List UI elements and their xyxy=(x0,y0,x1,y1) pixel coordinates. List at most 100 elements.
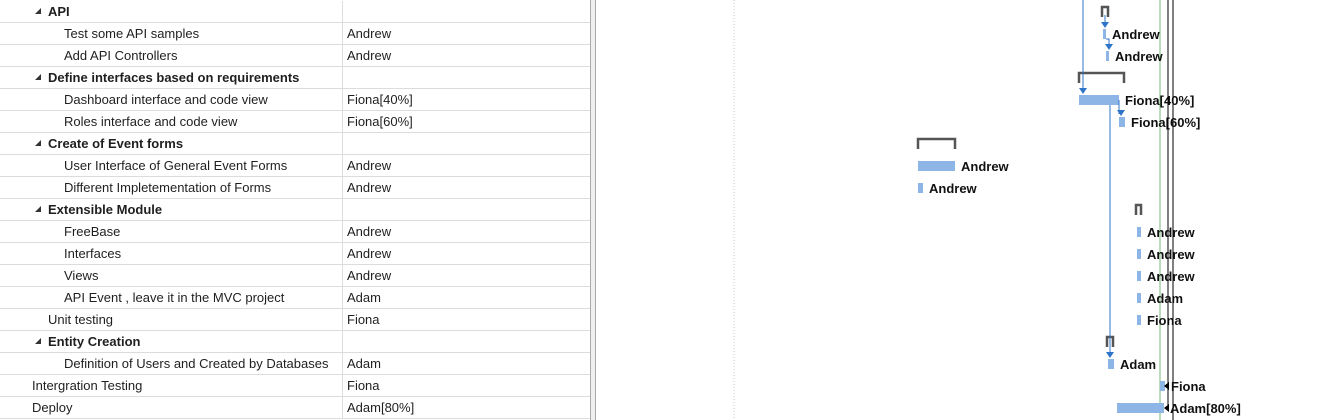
collapse-triangle-icon[interactable] xyxy=(35,8,41,14)
gantt-chart: Andrew Andrew Fiona[40%] Fiona[60%] Andrew An… xyxy=(596,0,1343,420)
task-name-cell[interactable]: Definition of Users and Created by Datab… xyxy=(0,353,343,374)
task-name: Test some API samples xyxy=(64,26,200,41)
collapse-triangle-icon[interactable] xyxy=(35,338,41,344)
task-row[interactable]: FreeBase Andrew xyxy=(0,221,590,243)
summary-task-row[interactable]: Define interfaces based on requirements xyxy=(0,67,590,89)
bar-resource-label: Andrew xyxy=(1147,269,1196,284)
task-row[interactable]: Different Impletementation of Forms Andre… xyxy=(0,177,590,199)
summary-task-row[interactable]: Extensible Module xyxy=(0,199,590,221)
resource-names-cell[interactable]: Andrew xyxy=(347,243,587,264)
task-row[interactable]: Definition of Users and Created by Datab… xyxy=(0,353,590,375)
summary-bar xyxy=(1134,203,1143,215)
task-row[interactable]: Deploy Adam[80%] xyxy=(0,397,590,419)
task-name-cell[interactable]: Define interfaces based on requirements xyxy=(0,67,343,88)
summary-task-row[interactable]: Create of Event forms xyxy=(0,133,590,155)
task-name-cell[interactable]: Test some API samples xyxy=(0,23,343,44)
bar-resource-label: Fiona xyxy=(1171,379,1206,394)
resource-names-cell[interactable]: Andrew xyxy=(347,155,587,176)
task-row[interactable]: Intergration Testing Fiona xyxy=(0,375,590,397)
task-name-cell[interactable]: Views xyxy=(0,265,343,286)
task-name: API Event , leave it in the MVC project xyxy=(64,290,285,305)
arrow-icon xyxy=(1101,22,1109,28)
resource-names-cell[interactable]: Andrew xyxy=(347,45,587,66)
resource-names-cell[interactable]: Andrew xyxy=(347,177,587,198)
task-bar xyxy=(1137,227,1141,237)
bar-resource-label: Fiona[60%] xyxy=(1131,115,1200,130)
task-bar xyxy=(1137,271,1141,281)
resource-names-cell[interactable]: Andrew xyxy=(347,265,587,286)
bar-resource-label: Andrew xyxy=(1147,225,1196,240)
resource-names-cell[interactable] xyxy=(347,331,587,352)
summary-bar xyxy=(916,137,957,149)
task-name-cell[interactable]: Entity Creation xyxy=(0,331,343,352)
task-name: Add API Controllers xyxy=(64,48,178,63)
bar-resource-label: Fiona xyxy=(1147,313,1182,328)
resource-names-cell[interactable] xyxy=(347,1,587,22)
task-name-cell[interactable]: User Interface of General Event Forms xyxy=(0,155,343,176)
bar-resource-label: Adam[80%] xyxy=(1170,401,1241,416)
bar-resource-label: Andrew xyxy=(1147,247,1196,262)
task-row[interactable]: API Event , leave it in the MVC project A… xyxy=(0,287,590,309)
task-row[interactable]: Dashboard interface and code view Fiona[4… xyxy=(0,89,590,111)
task-name-cell[interactable]: Unit testing xyxy=(0,309,343,330)
resource-names-cell[interactable]: Adam xyxy=(347,353,587,374)
resource-names-cell[interactable]: Fiona[40%] xyxy=(347,89,587,110)
gantt-canvas: Andrew Andrew Fiona[40%] Fiona[60%] Andrew An… xyxy=(733,0,1241,420)
task-name-cell[interactable]: Roles interface and code view xyxy=(0,111,343,132)
task-row[interactable]: Unit testing Fiona xyxy=(0,309,590,331)
summary-bar xyxy=(1077,71,1126,83)
task-name-cell[interactable]: Different Impletementation of Forms xyxy=(0,177,343,198)
task-bar xyxy=(1079,95,1119,105)
task-bar xyxy=(1106,51,1109,61)
task-name-cell[interactable]: Deploy xyxy=(0,397,343,418)
task-name-cell[interactable]: Dashboard interface and code view xyxy=(0,89,343,110)
task-bar xyxy=(1108,359,1114,369)
task-row[interactable]: Test some API samples Andrew xyxy=(0,23,590,45)
task-name-cell[interactable]: Intergration Testing xyxy=(0,375,343,396)
resource-names-cell[interactable]: Andrew xyxy=(347,221,587,242)
collapse-triangle-icon[interactable] xyxy=(35,206,41,212)
task-bar xyxy=(1119,117,1125,127)
task-name-cell[interactable]: Extensible Module xyxy=(0,199,343,220)
task-row[interactable]: Interfaces Andrew xyxy=(0,243,590,265)
bar-resource-label: Andrew xyxy=(929,181,978,196)
resource-names-cell[interactable]: Adam[80%] xyxy=(347,397,587,418)
task-name: Roles interface and code view xyxy=(64,114,238,129)
task-bar xyxy=(1137,293,1141,303)
task-name-cell[interactable]: API xyxy=(0,1,343,22)
task-bar xyxy=(918,183,923,193)
task-name-cell[interactable]: FreeBase xyxy=(0,221,343,242)
task-bar xyxy=(1137,315,1141,325)
task-name-cell[interactable]: Create of Event forms xyxy=(0,133,343,154)
task-row[interactable]: User Interface of General Event Forms And… xyxy=(0,155,590,177)
task-sheet: API Test some API samples Andrew Add API Co… xyxy=(0,0,590,420)
task-name-cell[interactable]: API Event , leave it in the MVC project xyxy=(0,287,343,308)
resource-names-cell[interactable]: Fiona xyxy=(347,309,587,330)
task-row[interactable]: Add API Controllers Andrew xyxy=(0,45,590,67)
task-name-cell[interactable]: Interfaces xyxy=(0,243,343,264)
task-row[interactable]: Roles interface and code view Fiona[60%] xyxy=(0,111,590,133)
task-name: User Interface of General Event Forms xyxy=(64,158,288,173)
arrow-icon xyxy=(1079,88,1087,94)
arrow-icon xyxy=(1164,404,1169,412)
task-bar xyxy=(1117,403,1164,413)
resource-names-cell[interactable]: Fiona xyxy=(347,375,587,396)
bar-resource-label: Andrew xyxy=(1115,49,1164,64)
resource-names-cell[interactable]: Fiona[60%] xyxy=(347,111,587,132)
resource-names-cell[interactable]: Andrew xyxy=(347,23,587,44)
task-bar xyxy=(918,161,955,171)
resource-names-cell[interactable]: Adam xyxy=(347,287,587,308)
resource-names-cell[interactable] xyxy=(347,199,587,220)
resource-names-cell[interactable] xyxy=(347,67,587,88)
summary-task-row[interactable]: API xyxy=(0,1,590,23)
bar-resource-label: Andrew xyxy=(961,159,1010,174)
resource-names-cell[interactable] xyxy=(347,133,587,154)
task-row[interactable]: Views Andrew xyxy=(0,265,590,287)
collapse-triangle-icon[interactable] xyxy=(35,74,41,80)
bar-resource-label: Fiona[40%] xyxy=(1125,93,1194,108)
task-name-cell[interactable]: Add API Controllers xyxy=(0,45,343,66)
bar-resource-label: Adam xyxy=(1120,357,1156,372)
collapse-triangle-icon[interactable] xyxy=(35,140,41,146)
task-name: Views xyxy=(64,268,99,283)
summary-task-row[interactable]: Entity Creation xyxy=(0,331,590,353)
